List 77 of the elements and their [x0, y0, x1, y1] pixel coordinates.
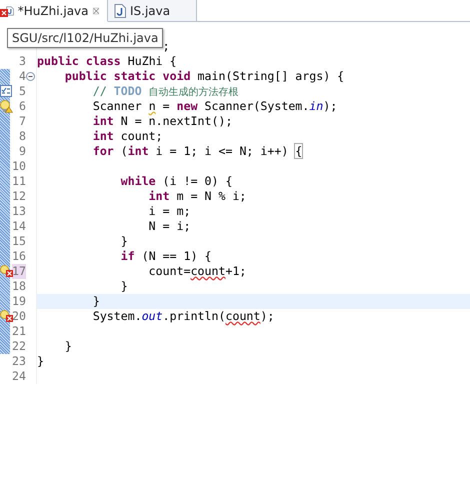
code-text: count;: [120, 129, 163, 143]
line-number: 5: [19, 84, 26, 99]
keyword: int: [92, 114, 114, 128]
keyword: while: [120, 174, 156, 188]
java-file-icon: [114, 4, 126, 18]
editor-tab[interactable]: IS.java: [108, 0, 197, 22]
line-number: 3: [19, 54, 26, 69]
code-text: N = i;: [148, 219, 191, 233]
code-text: );: [323, 99, 338, 113]
keyword: static: [114, 69, 157, 83]
line-number: 9: [19, 144, 26, 159]
code-text: }: [64, 339, 72, 353]
code-text: );: [260, 309, 274, 323]
keyword: for: [92, 144, 114, 158]
code-text: count=: [148, 264, 191, 278]
line-number: 12: [12, 189, 26, 204]
code-text: (N == 1) {: [140, 249, 212, 263]
line-number: 4: [19, 69, 26, 84]
keyword: int: [128, 144, 149, 158]
line-number: 22: [12, 339, 26, 354]
error-text: count: [225, 309, 260, 323]
matching-bracket: {: [295, 144, 302, 158]
code-text: ;: [162, 39, 170, 53]
code-text: i = m;: [148, 204, 191, 218]
line-number: 11: [12, 174, 26, 189]
line-number: 18: [12, 279, 26, 294]
todo-tag: TODO: [114, 84, 149, 98]
code-text: =: [162, 99, 171, 113]
line-number: 8: [19, 129, 26, 144]
editor-tab[interactable]: *HuZhi.java: [0, 0, 108, 22]
keyword: new: [176, 99, 198, 113]
line-number: 17: [12, 264, 26, 279]
file-path-tooltip: SGU/src/l102/HuZhi.java: [7, 28, 164, 48]
keyword: int: [92, 129, 114, 143]
error-icon: [0, 9, 8, 17]
line-number: 24: [12, 369, 26, 384]
comment-text: //: [92, 84, 108, 98]
code-text: Scanner(System.: [204, 99, 310, 113]
error-text: count: [190, 264, 226, 278]
keyword: public: [64, 69, 108, 83]
code-text: System.: [92, 309, 142, 323]
keyword: void: [162, 69, 191, 83]
line-number: 15: [12, 234, 26, 249]
keyword: if: [120, 249, 135, 263]
line-number: 23: [12, 354, 26, 369]
warning-text: n: [148, 99, 156, 113]
code-text: HuZhi {: [126, 54, 177, 68]
keyword: int: [148, 189, 170, 203]
collapse-icon[interactable]: [26, 72, 35, 81]
line-number: 20: [12, 309, 26, 324]
field-name: in: [309, 99, 324, 113]
code-text: +1;: [225, 264, 246, 278]
code-text: }: [120, 279, 128, 293]
code-text: m = N % i;: [176, 189, 246, 203]
code-text: Scanner: [92, 99, 143, 113]
line-number: 14: [12, 219, 26, 234]
code-text: }: [120, 234, 128, 248]
code-text: N = n.nextInt();: [120, 114, 232, 128]
line-number: 13: [12, 204, 26, 219]
keyword: class: [86, 54, 121, 68]
keyword: public: [37, 54, 80, 68]
code-text: }: [92, 294, 100, 308]
code-text: main(String[] args) {: [196, 69, 344, 83]
line-number: 21: [12, 324, 26, 339]
code-text: (i != 0) {: [162, 174, 232, 188]
line-number: 10: [12, 159, 26, 174]
line-number: 7: [19, 114, 26, 129]
code-text: }: [37, 354, 44, 368]
close-icon[interactable]: [92, 6, 99, 16]
line-number: 16: [12, 249, 26, 264]
line-number: 6: [19, 99, 26, 114]
line-number: 19: [12, 294, 26, 309]
code-text: (: [120, 144, 128, 158]
code-text: i = 1; i <= N; i++): [154, 144, 290, 158]
comment-text: 自动生成的方法存根: [148, 87, 239, 98]
field-name: out: [142, 309, 163, 323]
code-text: .println(: [162, 309, 226, 323]
